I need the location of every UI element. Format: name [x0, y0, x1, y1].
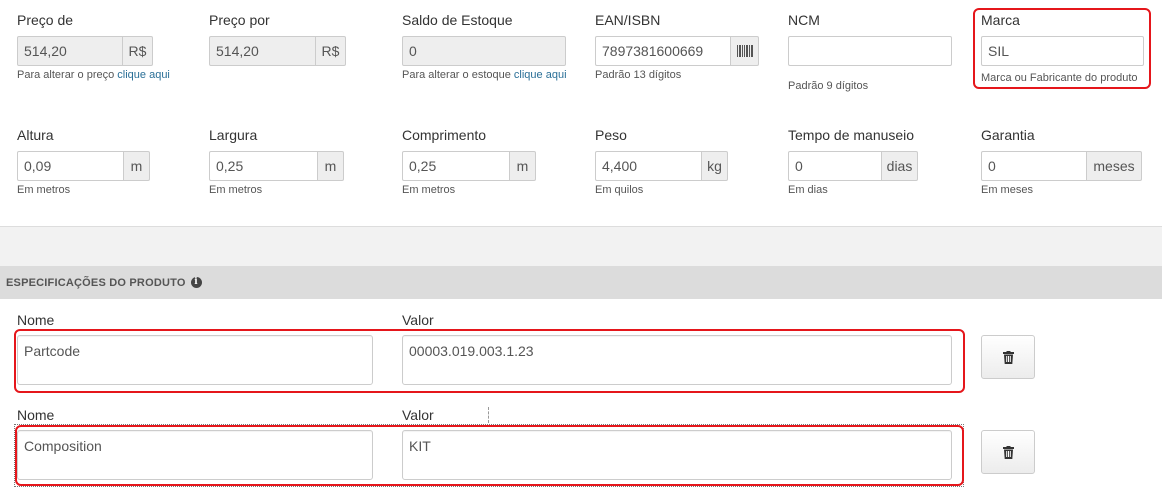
- altura-input[interactable]: [17, 151, 124, 181]
- largura-input[interactable]: [209, 151, 318, 181]
- garantia-group: meses: [981, 151, 1142, 181]
- unit-addon: m: [510, 151, 536, 181]
- peso-help: Em quilos: [595, 184, 644, 196]
- specs-section-header: ESPECIFICAÇÕES DO PRODUTO i: [0, 266, 1162, 299]
- altura-label: Altura: [17, 127, 54, 143]
- comprimento-help: Em metros: [402, 184, 456, 196]
- altura-group: m: [17, 151, 150, 181]
- ncm-label: NCM: [788, 12, 820, 28]
- specs-section-title: ESPECIFICAÇÕES DO PRODUTO: [6, 276, 186, 289]
- preco-de-input[interactable]: [17, 36, 123, 66]
- garantia-label: Garantia: [981, 127, 1035, 143]
- peso-group: kg: [595, 151, 728, 181]
- manuseio-label: Tempo de manuseio: [788, 127, 915, 143]
- manuseio-group: dias: [788, 151, 918, 181]
- saldo-label: Saldo de Estoque: [402, 12, 513, 28]
- unit-addon: m: [124, 151, 150, 181]
- spec-value-label: Valor: [402, 312, 434, 328]
- spec-value-input[interactable]: [402, 335, 952, 385]
- saldo-input[interactable]: [402, 36, 566, 66]
- preco-por-label: Preço por: [209, 12, 270, 28]
- preco-help: Para alterar o preço clique aqui: [17, 69, 170, 81]
- comprimento-group: m: [402, 151, 536, 181]
- saldo-change-link[interactable]: clique aqui: [514, 69, 567, 81]
- ncm-group: [788, 36, 952, 66]
- trash-icon: [1002, 445, 1014, 459]
- peso-input[interactable]: [595, 151, 702, 181]
- preco-de-label: Preço de: [17, 12, 74, 28]
- saldo-help: Para alterar o estoque clique aqui: [402, 69, 567, 81]
- drag-guide: [488, 407, 489, 423]
- unit-addon: m: [318, 151, 344, 181]
- preco-por-input[interactable]: [209, 36, 316, 66]
- garantia-help: Em meses: [981, 184, 1033, 196]
- preco-change-link[interactable]: clique aqui: [117, 69, 170, 81]
- comprimento-label: Comprimento: [402, 127, 487, 143]
- saldo-group: [402, 36, 566, 66]
- manuseio-help: Em dias: [788, 184, 828, 196]
- manuseio-input[interactable]: [788, 151, 882, 181]
- barcode-icon: [736, 45, 753, 57]
- section-spacer: [0, 226, 1162, 266]
- preco-por-group: R$: [209, 36, 346, 66]
- delete-spec-button[interactable]: [981, 335, 1035, 379]
- ncm-help: Padrão 9 dígitos: [788, 80, 869, 92]
- spec-value-label: Valor: [402, 407, 434, 423]
- preco-help-text: Para alterar o preço: [17, 69, 115, 81]
- ncm-input[interactable]: [788, 36, 952, 66]
- spec-name-label: Nome: [17, 312, 55, 328]
- marca-help: Marca ou Fabricante do produto: [981, 72, 1138, 84]
- marca-input[interactable]: [981, 36, 1144, 66]
- ean-group: [595, 36, 759, 66]
- spec-value-input[interactable]: [402, 430, 952, 480]
- saldo-help-text: Para alterar o estoque: [402, 69, 511, 81]
- unit-addon: meses: [1087, 151, 1142, 181]
- barcode-addon[interactable]: [731, 36, 759, 66]
- altura-help: Em metros: [17, 184, 71, 196]
- ean-input[interactable]: [595, 36, 731, 66]
- largura-label: Largura: [209, 127, 258, 143]
- spec-name-input[interactable]: [17, 430, 373, 480]
- spec-name-input[interactable]: [17, 335, 373, 385]
- delete-spec-button[interactable]: [981, 430, 1035, 474]
- marca-group: [981, 36, 1144, 66]
- garantia-input[interactable]: [981, 151, 1087, 181]
- ean-label: EAN/ISBN: [595, 12, 661, 28]
- currency-addon: R$: [316, 36, 346, 66]
- unit-addon: dias: [882, 151, 918, 181]
- peso-label: Peso: [595, 127, 627, 143]
- info-circle-icon[interactable]: i: [190, 277, 202, 288]
- unit-addon: kg: [702, 151, 728, 181]
- currency-addon: R$: [123, 36, 153, 66]
- ean-help: Padrão 13 dígitos: [595, 69, 682, 81]
- comprimento-input[interactable]: [402, 151, 510, 181]
- trash-icon: [1002, 350, 1014, 364]
- spec-name-label: Nome: [17, 407, 55, 423]
- preco-de-group: R$: [17, 36, 153, 66]
- largura-group: m: [209, 151, 344, 181]
- largura-help: Em metros: [209, 184, 263, 196]
- marca-label: Marca: [981, 12, 1020, 28]
